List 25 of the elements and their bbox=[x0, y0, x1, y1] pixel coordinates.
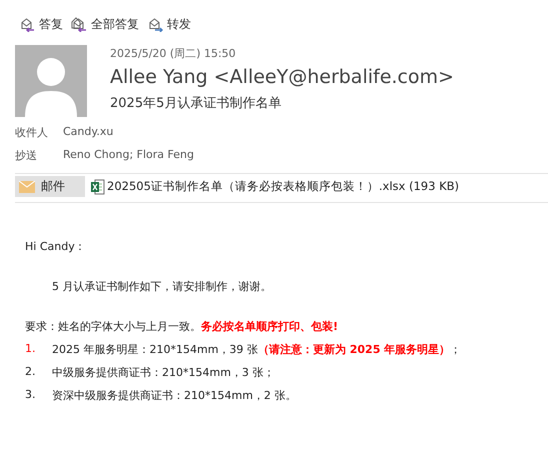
list-item-text: 2025 年服务明星：210*154mm，39 张（请注意：更新为 2025 年服务明星）； bbox=[52, 342, 462, 357]
reply-all-icon bbox=[69, 16, 89, 32]
list-item-text: 资深中级服务提供商证书：210*154mm，2 张。 bbox=[52, 388, 296, 403]
toolbar-button[interactable]: 全部答复 bbox=[69, 14, 139, 34]
list-item-text: 中级服务提供商证书：210*154mm，3 张； bbox=[52, 365, 274, 380]
sent-date: 2025/5/20 (周二) 15:50 bbox=[110, 46, 237, 61]
email-subject: 2025年5月认承证书制作名单 bbox=[110, 95, 282, 112]
attachment-link[interactable]: 202505证书制作名单（请务必按表格顺序包装！）.xlsx (193 KB) bbox=[91, 178, 460, 194]
recipient-list: Reno Chong; Flora Feng bbox=[63, 148, 194, 163]
envelope-icon bbox=[19, 180, 35, 192]
intro-text: 5 月认承证书制作如下，请安排制作，谢谢。 bbox=[51, 279, 272, 294]
recipient-list: Candy.xu bbox=[63, 125, 114, 140]
requirement-text: 要求：姓名的字体大小与上月一致。务必按名单顺序打印、包装! bbox=[25, 319, 340, 334]
list-number: 3. bbox=[25, 388, 36, 403]
list-number: 2. bbox=[25, 365, 36, 380]
avatar-icon bbox=[15, 45, 87, 117]
sender-name: Allee Yang <AlleeY@herbalife.com> bbox=[110, 66, 454, 88]
toolbar-button[interactable]: 答复 bbox=[17, 14, 63, 34]
list-number: 1. bbox=[25, 342, 36, 357]
greeting-text: Hi Candy： bbox=[25, 239, 87, 254]
field-label: 收件人 bbox=[15, 125, 49, 140]
spreadsheet-icon bbox=[91, 178, 105, 194]
message-tab[interactable]: 邮件 bbox=[15, 176, 85, 197]
field-label: 抄送 bbox=[15, 148, 38, 163]
toolbar-button[interactable]: 转发 bbox=[145, 14, 191, 34]
